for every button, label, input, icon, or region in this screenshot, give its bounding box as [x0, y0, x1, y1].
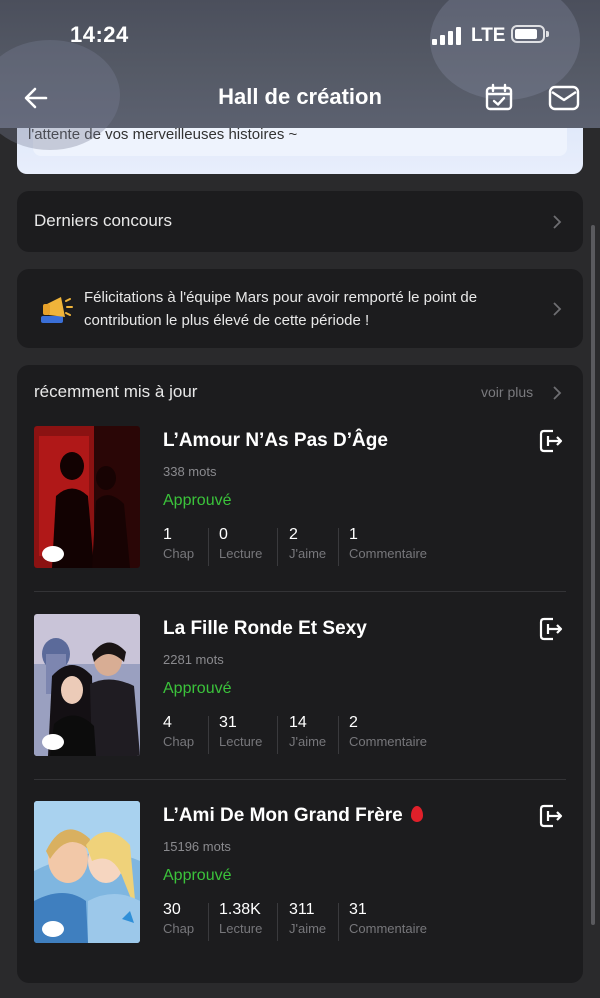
announcement-text: Félicitations à l'équipe Mars pour avoir…	[84, 289, 478, 329]
latest-contests-label: Derniers concours	[34, 211, 172, 230]
status-badge: Approuvé	[163, 680, 232, 697]
reads-label: Lecture	[219, 921, 263, 936]
signal-icon	[432, 27, 464, 45]
export-icon[interactable]	[538, 616, 564, 642]
latest-contests-row[interactable]: Derniers concours	[17, 191, 583, 252]
blood-drop-icon	[410, 806, 423, 822]
book-item[interactable]: L’Ami De Mon Grand Frère 15196 mots Appr…	[17, 801, 583, 989]
chapters-count: 1	[163, 526, 172, 543]
reads-count: 0	[219, 526, 228, 543]
reads-label: Lecture	[219, 546, 263, 561]
megaphone-icon	[41, 297, 73, 323]
status-time: 14:24	[70, 22, 129, 47]
likes-label: J'aime	[289, 734, 327, 749]
comment-bubble-icon	[42, 546, 64, 562]
comments-label: Commentaire	[349, 921, 428, 936]
battery-icon	[511, 25, 549, 43]
word-count: 338 mots	[163, 464, 217, 479]
book-title: L’Amour N’As Pas D’Âge	[163, 430, 388, 451]
comments-count: 2	[349, 714, 358, 731]
network-label: LTE	[471, 25, 506, 46]
chapters-label: Chap	[163, 921, 195, 936]
book-cover[interactable]	[34, 614, 140, 756]
mail-icon[interactable]	[548, 84, 580, 112]
comment-bubble-icon	[42, 921, 64, 937]
comments-count: 1	[349, 526, 358, 543]
comments-label: Commentaire	[349, 546, 428, 561]
chevron-right-icon[interactable]	[552, 385, 562, 401]
chapters-count: 4	[163, 714, 172, 731]
see-more-link[interactable]: voir plus	[481, 384, 533, 400]
likes-label: J'aime	[289, 921, 327, 936]
comments-count: 31	[349, 901, 367, 918]
comment-bubble-icon	[42, 734, 64, 750]
word-count: 2281 mots	[163, 652, 224, 667]
likes-label: J'aime	[289, 546, 327, 561]
chevron-right-icon	[553, 215, 562, 229]
likes-count: 2	[289, 526, 298, 543]
divider	[34, 591, 566, 592]
chapters-label: Chap	[163, 734, 195, 749]
chevron-right-icon	[553, 302, 562, 316]
announcement-row[interactable]: Félicitations à l'équipe Mars pour avoir…	[17, 269, 583, 348]
book-title: L’Ami De Mon Grand Frère	[163, 805, 423, 827]
export-icon[interactable]	[538, 803, 564, 829]
status-badge: Approuvé	[163, 492, 232, 509]
section-heading: récemment mis à jour	[34, 382, 198, 401]
chapters-count: 30	[163, 901, 181, 918]
divider	[34, 779, 566, 780]
reads-label: Lecture	[219, 734, 263, 749]
scrollbar[interactable]	[591, 225, 595, 925]
recently-updated-section: récemment mis à jour voir plus L’Amour N…	[17, 365, 583, 983]
likes-count: 14	[289, 714, 307, 731]
book-item[interactable]: La Fille Ronde Et Sexy 2281 mots Approuv…	[17, 614, 583, 802]
header: 14:24 LTE Hall de création	[0, 0, 600, 150]
book-cover[interactable]	[34, 801, 140, 943]
book-item[interactable]: L’Amour N’As Pas D’Âge 338 mots Approuvé…	[17, 426, 583, 614]
export-icon[interactable]	[538, 428, 564, 454]
chapters-label: Chap	[163, 546, 195, 561]
reads-count: 1.38K	[219, 901, 261, 918]
nav-bar: Hall de création	[0, 70, 600, 126]
status-bar: 14:24 LTE	[0, 0, 600, 70]
status-badge: Approuvé	[163, 867, 232, 884]
likes-count: 311	[289, 901, 315, 918]
word-count: 15196 mots	[163, 839, 231, 854]
reads-count: 31	[219, 714, 237, 731]
comments-label: Commentaire	[349, 734, 428, 749]
calendar-check-icon[interactable]	[484, 82, 514, 112]
book-title: La Fille Ronde Et Sexy	[163, 618, 367, 639]
book-cover[interactable]	[34, 426, 140, 568]
